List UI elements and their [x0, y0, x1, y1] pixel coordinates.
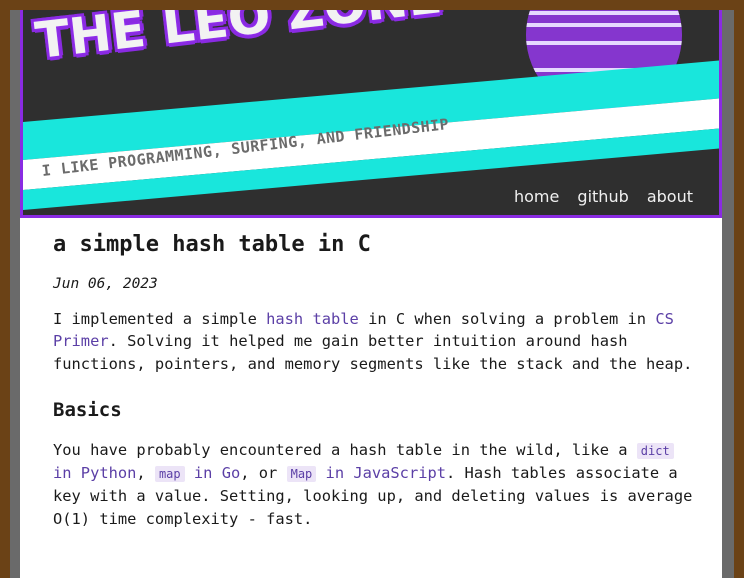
- basics-paragraph: You have probably encountered a hash tab…: [53, 439, 693, 530]
- python-link[interactable]: in Python: [53, 464, 136, 482]
- post-title: a simple hash table in C: [53, 232, 371, 257]
- article: a simple hash table in C Jun 06, 2023 I …: [53, 232, 693, 530]
- intro-paragraph: I implemented a simple hash table in C w…: [53, 308, 693, 375]
- text-span: I implemented a simple: [53, 310, 267, 328]
- text-span: ,: [136, 464, 155, 483]
- hash-table-link[interactable]: hash table: [266, 310, 359, 328]
- javascript-link[interactable]: in JavaScript: [316, 464, 446, 482]
- code-map: map: [154, 466, 185, 483]
- text-span: . Solving it helped me gain better intui…: [53, 332, 693, 373]
- site-banner: THE LEO ZONE I LIKE PROGRAMMING, SURFING…: [20, 10, 722, 218]
- nav-link-home[interactable]: home: [514, 187, 559, 206]
- nav-link-about[interactable]: about: [647, 187, 693, 206]
- nav-link-github[interactable]: github: [577, 187, 628, 206]
- text-span: , or: [240, 464, 287, 483]
- code-Map: Map: [286, 466, 317, 483]
- go-link[interactable]: in Go: [185, 464, 240, 482]
- code-dict: dict: [636, 442, 674, 459]
- text-span: You have probably encountered a hash tab…: [53, 440, 637, 459]
- text-span: in C when solving a problem in: [358, 310, 656, 328]
- section-heading-basics: Basics: [53, 398, 122, 421]
- post-date: Jun 06, 2023: [53, 276, 158, 292]
- top-nav: home github about: [501, 187, 693, 206]
